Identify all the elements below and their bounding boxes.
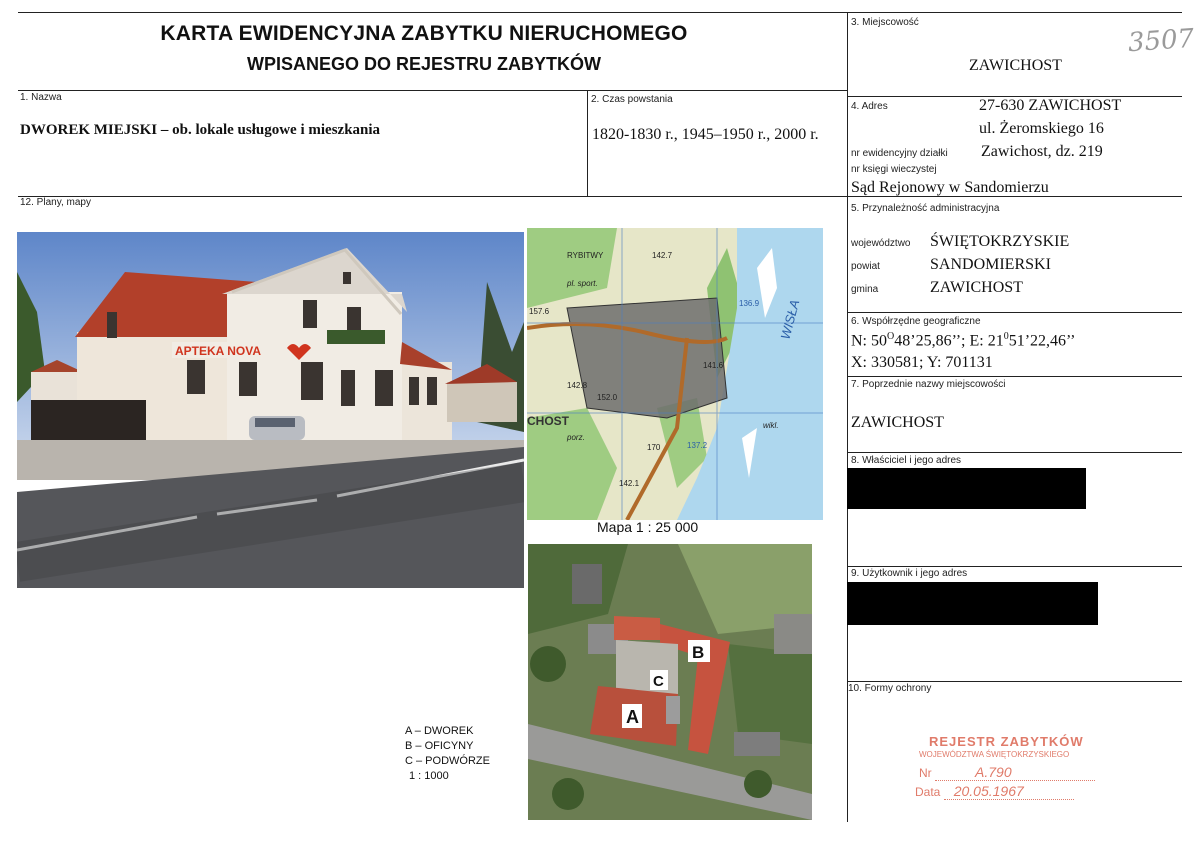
name-label: 1. Nazwa: [20, 92, 62, 103]
address-label: 4. Adres: [851, 101, 888, 112]
owner-redaction: [847, 468, 1086, 509]
admin-bottom: [848, 312, 1182, 313]
stamp-date-value: 20.05.1967: [943, 783, 1074, 800]
parcel-value: Zawichost, dz. 219: [981, 143, 1103, 160]
place-value: ZAWICHOST: [969, 57, 1062, 74]
map-caption: Mapa 1 : 25 000: [597, 519, 699, 535]
parcel-label: nr ewidencyjny działki: [851, 148, 948, 159]
coords-n: N: 50: [851, 332, 887, 350]
map-label-1369: 136.9: [739, 299, 760, 308]
owner-bottom: [848, 566, 1182, 567]
legend-a: A – DWOREK: [405, 725, 474, 737]
map-label-chost: CHOST: [527, 414, 570, 428]
map-label-rybitwy: RYBITWY: [567, 251, 604, 260]
admin-label: 5. Przynależność administracyjna: [851, 203, 1000, 214]
map-label-sport: pl. sport.: [566, 279, 598, 288]
former-names-label: 7. Poprzednie nazwy miejscowości: [851, 379, 1006, 390]
stamp-subtitle: WOJEWÓDZTWA ŚWIĘTOKRZYSKIEGO: [919, 750, 1070, 759]
map-label-1428: 142.8: [567, 381, 588, 390]
legend-scale: 1 : 1000: [409, 770, 449, 782]
county-label: powiat: [851, 261, 880, 272]
plans-label: 12. Plany, mapy: [20, 197, 91, 208]
stamp-nr-value: A.790: [935, 764, 1096, 781]
former-names-value: ZAWICHOST: [851, 414, 944, 431]
coords-label: 6. Współrzędne geograficzne: [851, 316, 981, 327]
date-value: 1820-1830 r., 1945–1950 r., 2000 r.: [592, 126, 819, 143]
county-value: SANDOMIERSKI: [930, 256, 1051, 273]
stamp-date-label: Data: [915, 785, 941, 799]
date-label: 2. Czas powstania: [591, 94, 673, 105]
registry-stamp: REJESTR ZABYTKÓW WOJEWÓDZTWA ŚWIĘTOKRZYS…: [915, 734, 1096, 800]
pharmacy-sign: APTEKA NOVA: [175, 344, 261, 358]
map-label-1576: 157.6: [529, 307, 550, 316]
legend: A – DWOREK B – OFICYNY C – PODWÓRZE 1 : …: [405, 724, 490, 784]
user-redaction: [847, 582, 1098, 625]
protection-label: 10. Formy ochrony: [848, 683, 932, 694]
stamp-title: REJESTR ZABYTKÓW: [929, 734, 1084, 749]
coords-e-rest: 51’22,46’’: [1008, 332, 1076, 350]
aerial-label-a: A: [626, 707, 639, 727]
right-col-divider: [847, 12, 848, 822]
map-label-wikl: wikl.: [763, 421, 779, 430]
aerial-label-c: C: [653, 673, 664, 690]
card-title: KARTA EWIDENCYJNA ZABYTKU NIERUCHOMEGO: [160, 22, 688, 45]
place-label: 3. Miejscowość: [851, 17, 919, 28]
address-line1: 27-630 ZAWICHOST: [979, 97, 1122, 114]
former-bottom: [848, 452, 1182, 453]
legend-c: C – PODWÓRZE: [405, 755, 490, 767]
land-register-label: nr księgi wieczystej: [851, 164, 937, 175]
aerial-label-b: B: [692, 643, 704, 662]
map-label-170: 170: [647, 443, 661, 452]
commune-label: gmina: [851, 284, 879, 295]
title-divider: [18, 90, 848, 91]
stamp-date-row: Data 20.05.1967: [915, 783, 1095, 800]
map-label-1427: 142.7: [652, 251, 673, 260]
name-value: DWOREK MIEJSKI – ob. lokale usługowe i m…: [20, 122, 381, 138]
top-border: [18, 12, 1182, 13]
land-register-value: Sąd Rejonowy w Sandomierzu: [851, 179, 1049, 196]
owner-label: 8. Właściciel i jego adres: [851, 455, 962, 466]
map-label-1520: 152.0: [597, 393, 618, 402]
building-photo: APTEKA NOVA: [17, 232, 524, 588]
stamp-nr-row: Nr A.790: [915, 764, 1096, 781]
name-date-divider: [587, 90, 588, 196]
coords-geo: N: 50O48’25,86’’; E: 21051’22,46’’: [851, 331, 1076, 350]
topographic-map: RYBITWY 142.7 pl. sport. 157.6 136.9 WIS…: [527, 228, 823, 520]
handwritten-number: 3507: [1127, 23, 1196, 59]
address-line2: ul. Żeromskiego 16: [979, 120, 1104, 137]
map-label-1421: 142.1: [619, 479, 640, 488]
user-label: 9. Użytkownik i jego adres: [851, 568, 968, 579]
voivodeship-value: ŚWIĘTOKRZYSKIE: [930, 233, 1070, 250]
coords-xy: X: 330581; Y: 701131: [851, 354, 993, 371]
map-label-porz: porz.: [566, 433, 585, 442]
map-label-1372: 137.2: [687, 441, 708, 450]
legend-b: B – OFICYNY: [405, 740, 474, 752]
coords-n-rest: 48’25,86’’; E: 21: [894, 332, 1004, 350]
commune-value: ZAWICHOST: [930, 279, 1023, 296]
map-label-1416: 141.6: [703, 361, 724, 370]
voivodeship-label: województwo: [851, 238, 911, 249]
card-subtitle: WPISANEGO DO REJESTRU ZABYTKÓW: [246, 54, 601, 74]
stamp-nr-label: Nr: [919, 766, 932, 780]
coords-bottom: [848, 376, 1182, 377]
user-bottom: [848, 681, 1182, 682]
aerial-photo: A B C: [528, 544, 812, 820]
